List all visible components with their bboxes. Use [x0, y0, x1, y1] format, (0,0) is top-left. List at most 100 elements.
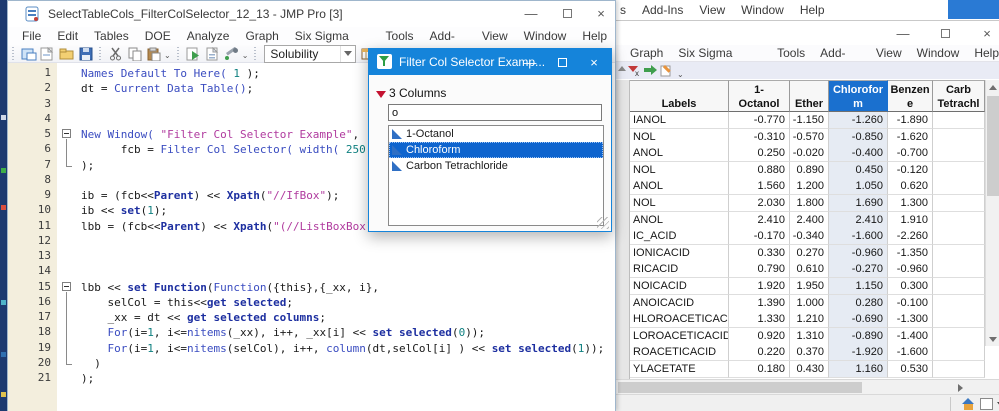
minimize-button[interactable]: — — [515, 49, 545, 75]
row-label-cell[interactable]: LOROACETICACID — [630, 328, 729, 345]
status-checkbox[interactable] — [980, 398, 993, 410]
table-cell[interactable] — [933, 361, 985, 378]
code-line[interactable]: ); — [81, 371, 94, 386]
code-line[interactable]: lbb << set Function(Function({this},{_xx… — [81, 280, 379, 295]
run-script-icon[interactable] — [185, 46, 202, 61]
paste-icon[interactable] — [145, 46, 162, 61]
save-icon[interactable] — [77, 46, 94, 61]
open-file-icon[interactable] — [58, 46, 75, 61]
table-window-titlebar[interactable]: — × — [616, 21, 999, 45]
data-table-grid[interactable]: Labels1-OctanolEtherChloroformBenzeneCar… — [630, 80, 985, 378]
table-cell[interactable]: -0.960 — [829, 245, 888, 262]
maximize-button[interactable] — [552, 3, 582, 23]
row-label-cell[interactable]: ROACETICACID — [630, 344, 729, 361]
row-label-cell[interactable]: ANOL — [630, 212, 729, 229]
scroll-up-icon[interactable] — [986, 80, 999, 94]
table-cell[interactable] — [933, 295, 985, 312]
horizontal-scroll-thumb[interactable] — [618, 382, 862, 393]
table-cell[interactable]: 0.530 — [888, 361, 933, 378]
minimize-button[interactable]: — — [516, 3, 546, 23]
row-label-cell[interactable]: ANOL — [630, 145, 729, 162]
table-cell[interactable]: -0.700 — [888, 145, 933, 162]
table-cell[interactable] — [933, 344, 985, 361]
table-cell[interactable]: 2.030 — [729, 195, 790, 212]
table-cell[interactable]: -1.620 — [888, 129, 933, 146]
table-cell[interactable]: -2.260 — [888, 228, 933, 245]
table-cell[interactable]: 1.920 — [729, 278, 790, 295]
code-line[interactable]: Names Default To Here( 1 ); — [81, 66, 260, 81]
table-cell[interactable]: 1.050 — [829, 178, 888, 195]
horizontal-scrollbar[interactable] — [616, 379, 999, 394]
exclude-column-icon[interactable]: x — [627, 64, 641, 77]
new-script-window-icon[interactable] — [20, 46, 37, 61]
code-line[interactable]: _xx = dt << get selected columns; — [81, 310, 326, 325]
table-cell[interactable]: 0.880 — [729, 162, 790, 179]
table-cell[interactable]: -0.850 — [829, 129, 888, 146]
dialog-resize-grip[interactable] — [597, 217, 609, 229]
table-cell[interactable] — [933, 212, 985, 229]
table-cell[interactable]: -0.270 — [829, 261, 888, 278]
column-header-octanol[interactable]: 1-Octanol — [729, 80, 790, 112]
code-line[interactable]: lbb = (fcb<<Parent) << Xpath("(//ListBox… — [81, 219, 412, 234]
code-line[interactable]: For(i=1, i<=nitems(_xx), i++, _xx[i] << … — [81, 325, 485, 340]
table-cell[interactable] — [933, 245, 985, 262]
code-line[interactable]: ib << set(1); — [81, 203, 167, 218]
row-label-cell[interactable]: ANOL — [630, 178, 729, 195]
table-cell[interactable]: -0.100 — [888, 295, 933, 312]
table-cell[interactable]: -1.890 — [888, 112, 933, 129]
table-cell[interactable]: -0.890 — [829, 328, 888, 345]
table-cell[interactable]: -1.400 — [888, 328, 933, 345]
table-cell[interactable] — [933, 261, 985, 278]
table-cell[interactable]: 1.210 — [790, 311, 829, 328]
fold-collapse-icon[interactable] — [62, 282, 71, 291]
code-line[interactable]: selCol = this<<get selected; — [81, 295, 293, 310]
table-cell[interactable] — [933, 228, 985, 245]
table-cell[interactable]: 1.690 — [829, 195, 888, 212]
table-cell[interactable] — [933, 112, 985, 129]
code-line[interactable]: For(i=1, i<=nitems(selCol), i++, column(… — [81, 341, 604, 356]
row-label-cell[interactable]: ANOICACID — [630, 295, 729, 312]
table-cell[interactable] — [933, 162, 985, 179]
scroll-right-icon[interactable] — [952, 380, 968, 395]
red-triangle-icon[interactable] — [376, 91, 386, 98]
dataset-selector[interactable]: Solubility — [264, 45, 356, 63]
table-cell[interactable]: -0.020 — [790, 145, 829, 162]
table-cell[interactable] — [933, 328, 985, 345]
toolbar-overflow-icon[interactable]: ⌄ — [242, 51, 249, 60]
table-cell[interactable]: 1.000 — [790, 295, 829, 312]
table-cell[interactable]: 0.250 — [729, 145, 790, 162]
table-cell[interactable] — [933, 145, 985, 162]
table-cell[interactable]: 1.300 — [888, 195, 933, 212]
tools-wrench-icon[interactable] — [223, 46, 240, 61]
table-cell[interactable] — [933, 129, 985, 146]
maximize-button[interactable] — [930, 23, 960, 43]
new-script-icon[interactable] — [204, 46, 221, 61]
table-cell[interactable]: 1.160 — [829, 361, 888, 378]
table-cell[interactable]: -0.120 — [888, 162, 933, 179]
table-cell[interactable]: -0.170 — [729, 228, 790, 245]
column-filter-input[interactable] — [388, 104, 602, 121]
go-arrow-icon[interactable] — [643, 64, 658, 77]
table-cell[interactable]: -1.150 — [790, 112, 829, 129]
table-cell[interactable]: 1.800 — [790, 195, 829, 212]
table-cell[interactable] — [933, 178, 985, 195]
table-cell[interactable]: 0.330 — [729, 245, 790, 262]
dialog-titlebar[interactable]: Filter Col Selector Examp... — × — [369, 49, 611, 75]
table-cell[interactable]: -0.960 — [888, 261, 933, 278]
vertical-scroll-thumb[interactable] — [987, 96, 999, 196]
code-line[interactable]: dt = Current Data Table(); — [81, 81, 253, 96]
code-line[interactable]: fcb = Filter Col Selector( width( 250 )) — [81, 142, 386, 157]
table-cell[interactable]: 0.180 — [729, 361, 790, 378]
row-label-cell[interactable]: IC_ACID — [630, 228, 729, 245]
table-cell[interactable]: 2.410 — [729, 212, 790, 229]
column-list-item[interactable]: Chloroform — [389, 142, 603, 158]
table-cell[interactable]: 0.920 — [729, 328, 790, 345]
script-window-titlebar[interactable]: SelectTableCols_FilterColSelector_12_13 … — [8, 1, 615, 27]
column-header-labels[interactable]: Labels — [630, 80, 729, 112]
menu-item-view[interactable]: View — [699, 3, 725, 17]
table-cell[interactable]: 0.280 — [829, 295, 888, 312]
close-button[interactable]: × — [586, 3, 616, 23]
row-label-cell[interactable]: YLACETATE — [630, 361, 729, 378]
toolbar-overflow-icon[interactable]: ⌄ — [164, 51, 171, 60]
copy-icon[interactable] — [126, 46, 143, 61]
